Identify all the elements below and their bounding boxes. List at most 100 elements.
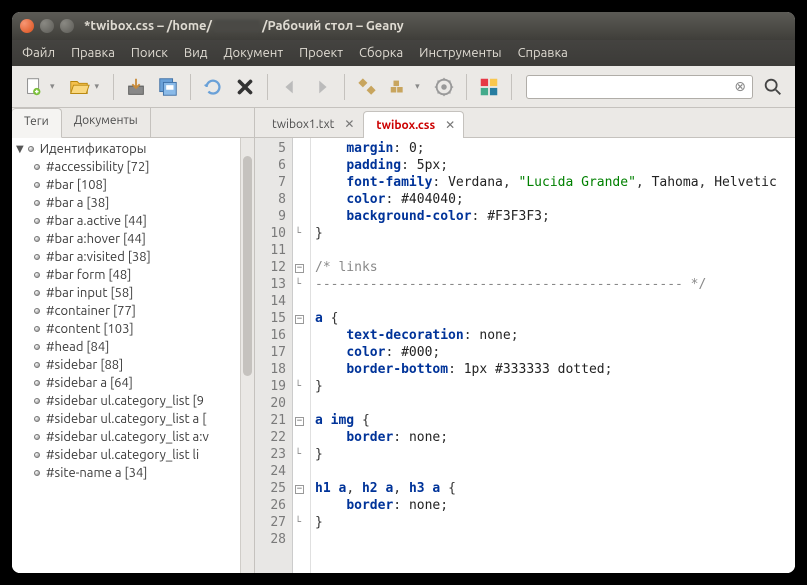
tree-item-label: #sidebar ul.category_list [9 [46, 394, 204, 408]
tree-item-label: #bar a:hover [44] [46, 232, 146, 246]
save-button[interactable] [122, 73, 150, 101]
editor-tab-1[interactable]: twibox.css✕ [363, 111, 464, 138]
tree-item[interactable]: #bar a:visited [38] [12, 248, 254, 266]
editor-area: twibox1.txt✕twibox.css✕ 5678910111213141… [255, 108, 795, 573]
tree-bullet-icon [34, 254, 40, 260]
tree-item-label: #head [84] [46, 340, 109, 354]
tree-item[interactable]: #bar input [58] [12, 284, 254, 302]
tree-item-label: #sidebar ul.category_list a [ [46, 412, 206, 426]
tree-bullet-icon [34, 182, 40, 188]
toolbar: ▾ ▾ ▾ ⊗ [12, 66, 795, 108]
tree-item-label: #bar form [48] [46, 268, 131, 282]
minimize-window-button[interactable] [40, 19, 54, 33]
tree-item-label: #accessibility [72] [46, 160, 149, 174]
tree-bullet-icon [34, 164, 40, 170]
tree-item-label: #sidebar a [64] [46, 376, 133, 390]
titlebar: *twibox.css – /home/ /Рабочий стол – Gea… [12, 12, 795, 40]
new-file-dropdown[interactable]: ▾ [50, 81, 55, 92]
menu-документ[interactable]: Документ [223, 46, 283, 60]
toolbar-separator [344, 74, 345, 100]
tree-bullet-icon [34, 236, 40, 242]
tree-item[interactable]: #site-name a [34] [12, 464, 254, 482]
window-title-prefix: *twibox.css – /home/ [84, 19, 212, 33]
editor-tabs: twibox1.txt✕twibox.css✕ [255, 108, 795, 138]
sidebar-scrollbar[interactable] [240, 138, 254, 573]
toolbar-search: ⊗ [526, 73, 787, 101]
toolbar-separator [466, 74, 467, 100]
line-number-gutter: 5678910111213141516171819202122232425262… [255, 138, 293, 573]
tree-item-label: #sidebar ul.category_list li [46, 448, 199, 462]
tab-close-icon[interactable]: ✕ [443, 118, 457, 132]
maximize-window-button[interactable] [60, 19, 74, 33]
clear-search-icon[interactable]: ⊗ [734, 78, 746, 95]
menu-инструменты[interactable]: Инструменты [419, 46, 501, 60]
tree-bullet-icon [34, 290, 40, 296]
toolbar-separator [267, 74, 268, 100]
menubar: Файл Правка Поиск Вид Документ Проект Сборка Ин… [12, 40, 795, 66]
open-file-dropdown[interactable]: ▾ [95, 81, 100, 92]
menu-сборка[interactable]: Сборка [359, 46, 403, 60]
search-input[interactable]: ⊗ [526, 75, 753, 99]
tree-item[interactable]: #bar a [38] [12, 194, 254, 212]
menu-поиск[interactable]: Поиск [131, 46, 168, 60]
editor-tab-0[interactable]: twibox1.txt✕ [259, 110, 363, 137]
search-button[interactable] [759, 73, 787, 101]
tree-item[interactable]: #sidebar ul.category_list a:v [12, 428, 254, 446]
run-button[interactable] [430, 73, 458, 101]
build-dropdown[interactable]: ▾ [415, 81, 420, 92]
menu-справка[interactable]: Справка [518, 46, 568, 60]
tab-close-icon[interactable]: ✕ [342, 117, 356, 131]
color-chooser-button[interactable] [475, 73, 503, 101]
tree-expand-icon[interactable]: ▼ [16, 143, 24, 155]
tree-bullet-icon [34, 326, 40, 332]
toolbar-separator [190, 74, 191, 100]
compile-button[interactable] [353, 73, 381, 101]
tree-item[interactable]: #sidebar a [64] [12, 374, 254, 392]
sidebar-tab-0[interactable]: Теги [12, 108, 62, 138]
fold-column[interactable]: └−└−└−└−└ [293, 138, 311, 573]
open-file-button[interactable] [65, 73, 93, 101]
tree-item[interactable]: #sidebar ul.category_list [9 [12, 392, 254, 410]
nav-back-button[interactable] [276, 73, 304, 101]
tree-root[interactable]: ▼ Идентификаторы [12, 140, 254, 158]
tree-item[interactable]: #bar [108] [12, 176, 254, 194]
toolbar-separator [511, 74, 512, 100]
tree-bullet-icon [34, 470, 40, 476]
tree-item[interactable]: #accessibility [72] [12, 158, 254, 176]
tree-item[interactable]: #sidebar ul.category_list a [ [12, 410, 254, 428]
tree-bullet-icon [34, 398, 40, 404]
tree-item[interactable]: #sidebar [88] [12, 356, 254, 374]
menu-правка[interactable]: Правка [71, 46, 115, 60]
content-area: ТегиДокументы ▼ Идентификаторы #accessib… [12, 108, 795, 573]
new-file-button[interactable] [20, 73, 48, 101]
menu-файл[interactable]: Файл [22, 46, 55, 60]
tree-item[interactable]: #content [103] [12, 320, 254, 338]
code-pane[interactable]: 5678910111213141516171819202122232425262… [255, 138, 795, 573]
sidebar-tab-1[interactable]: Документы [62, 108, 151, 137]
tree-bullet-icon [34, 272, 40, 278]
reload-button[interactable] [199, 73, 227, 101]
tree-item[interactable]: #container [77] [12, 302, 254, 320]
tree-item[interactable]: #bar a:hover [44] [12, 230, 254, 248]
menu-вид[interactable]: Вид [184, 46, 208, 60]
save-all-button[interactable] [154, 73, 182, 101]
sidebar: ТегиДокументы ▼ Идентификаторы #accessib… [12, 108, 255, 573]
nav-forward-button[interactable] [308, 73, 336, 101]
tree-bullet-icon [34, 416, 40, 422]
tree-bullet-icon [28, 146, 34, 152]
tree-item[interactable]: #bar a.active [44] [12, 212, 254, 230]
sidebar-tabs: ТегиДокументы [12, 108, 254, 138]
tree-item[interactable]: #head [84] [12, 338, 254, 356]
tree-item[interactable]: #sidebar ul.category_list li [12, 446, 254, 464]
tree-bullet-icon [34, 434, 40, 440]
menu-проект[interactable]: Проект [299, 46, 343, 60]
build-button[interactable] [385, 73, 413, 101]
close-file-button[interactable] [231, 73, 259, 101]
close-window-button[interactable] [20, 19, 34, 33]
tree-bullet-icon [34, 362, 40, 368]
tree-bullet-icon [34, 308, 40, 314]
tree-item-label: #bar a [38] [46, 196, 109, 210]
code-text[interactable]: margin: 0; padding: 5px; font-family: Ve… [311, 138, 795, 573]
app-window: *twibox.css – /home/ /Рабочий стол – Gea… [12, 12, 795, 573]
tree-item[interactable]: #bar form [48] [12, 266, 254, 284]
